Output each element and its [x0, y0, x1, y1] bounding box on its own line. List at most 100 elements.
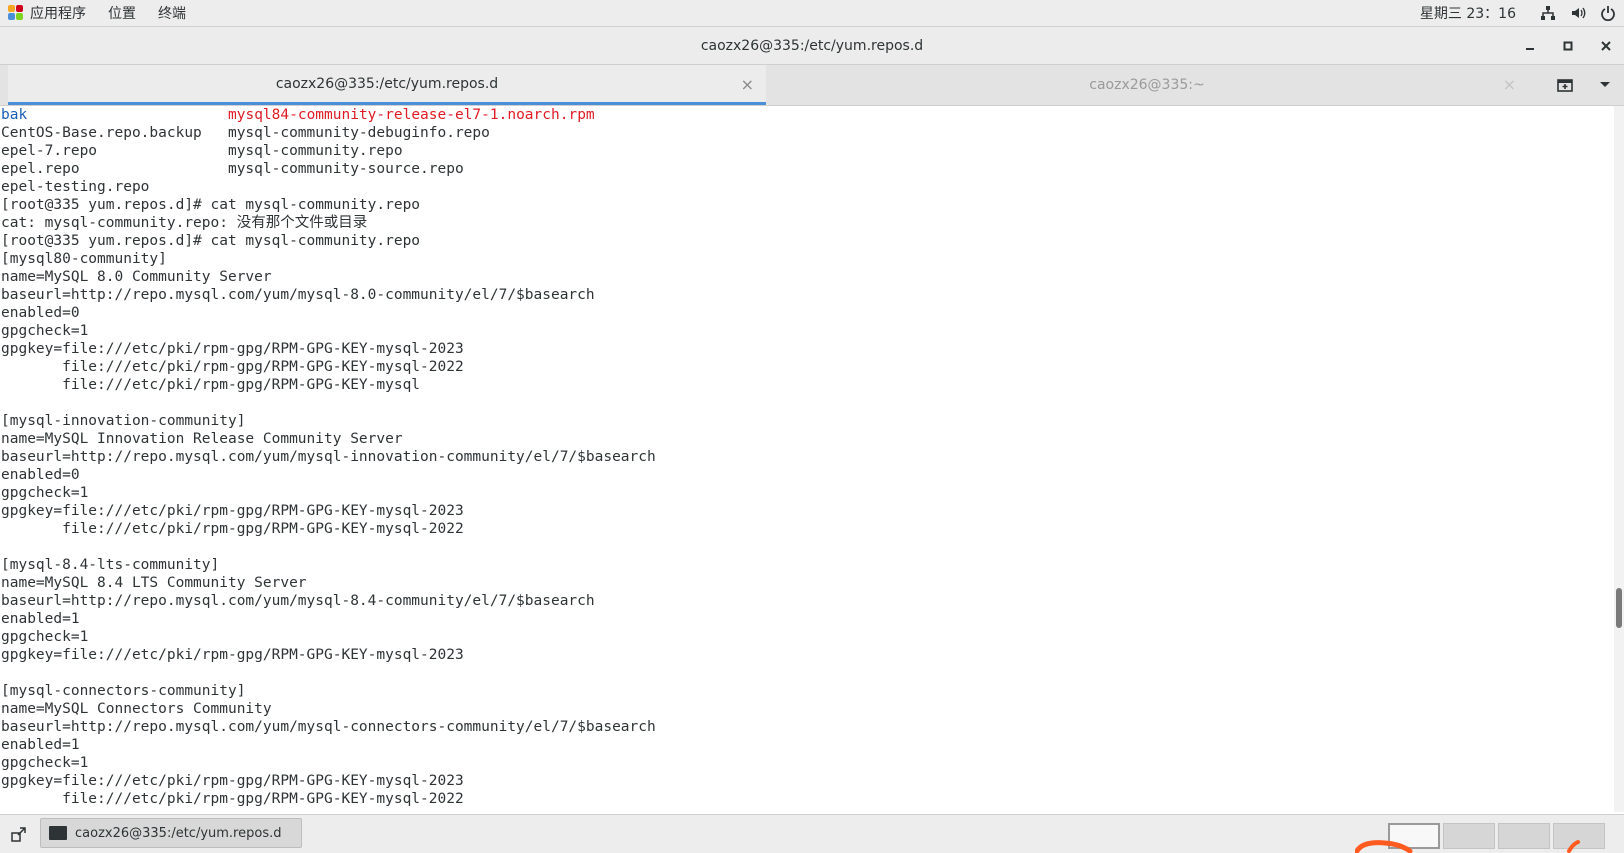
terminal-line: baseurl=http://repo.mysql.com/yum/mysql-… [1, 592, 1614, 610]
terminal-line: [mysql-innovation-community] [1, 412, 1614, 430]
new-tab-icon[interactable] [1548, 65, 1582, 105]
terminal-line: file:///etc/pki/rpm-gpg/RPM-GPG-KEY-mysq… [1, 520, 1614, 538]
tab-label: caozx26@335:/etc/yum.repos.d [275, 75, 499, 92]
terminal-line: epel-7.repo mysql-community.repo [1, 142, 1614, 160]
terminal-line: gpgkey=file:///etc/pki/rpm-gpg/RPM-GPG-K… [1, 646, 1614, 664]
terminal-text: gpgcheck=1 [1, 629, 89, 645]
scrollbar-thumb[interactable] [1616, 588, 1622, 628]
terminal-line: gpgkey=file:///etc/pki/rpm-gpg/RPM-GPG-K… [1, 340, 1614, 358]
terminal-line: gpgkey=file:///etc/pki/rpm-gpg/RPM-GPG-K… [1, 772, 1614, 790]
terminal-line: [mysql80-community] [1, 250, 1614, 268]
terminal-line: [mysql-connectors-community] [1, 682, 1614, 700]
terminal-text: file:///etc/pki/rpm-gpg/RPM-GPG-KEY-mysq… [1, 521, 464, 537]
terminal-text: file:///etc/pki/rpm-gpg/RPM-GPG-KEY-mysq… [1, 377, 421, 393]
tab-bar: caozx26@335:/etc/yum.repos.d × caozx26@3… [0, 65, 1624, 106]
apps-icon[interactable] [8, 5, 24, 21]
terminal-line: file:///etc/pki/rpm-gpg/RPM-GPG-KEY-mysq… [1, 376, 1614, 394]
close-icon[interactable]: × [741, 75, 754, 94]
close-icon[interactable] [1598, 38, 1614, 54]
places-menu[interactable]: 位置 [108, 3, 136, 23]
workspace-3[interactable] [1498, 823, 1550, 849]
terminal-text: baseurl=http://repo.mysql.com/yum/mysql-… [1, 449, 656, 465]
terminal-text: name=MySQL Connectors Community [1, 701, 272, 717]
terminal-line: enabled=1 [1, 736, 1614, 754]
terminal-icon [49, 826, 67, 840]
terminal-line: [root@335 yum.repos.d]# cat mysql-commun… [1, 196, 1614, 214]
tab-label: caozx26@335:~ [1089, 77, 1205, 93]
annotation-stroke [1567, 840, 1580, 853]
network-icon[interactable] [1540, 5, 1556, 21]
terminal-output[interactable]: bak mysql84-community-release-el7-1.noar… [0, 106, 1614, 812]
terminal-line: epel.repo mysql-community-source.repo [1, 160, 1614, 178]
power-icon[interactable] [1600, 5, 1616, 21]
close-icon[interactable]: × [1503, 75, 1516, 94]
terminal-text: enabled=1 [1, 737, 80, 753]
terminal-line: gpgcheck=1 [1, 484, 1614, 502]
annotation-stroke [1355, 840, 1413, 853]
terminal-text: [mysql-connectors-community] [1, 683, 246, 699]
terminal-line: cat: mysql-community.repo: 没有那个文件或目录 [1, 214, 1614, 232]
terminal-text: CentOS-Base.repo.backup mysql-community-… [1, 125, 490, 141]
terminal-text: [root@335 yum.repos.d]# cat mysql-commun… [1, 197, 421, 213]
terminal-menu[interactable]: 终端 [158, 3, 186, 23]
terminal-text: gpgcheck=1 [1, 485, 89, 501]
terminal-text: gpgcheck=1 [1, 755, 89, 771]
taskbar-window-terminal[interactable]: caozx26@335:/etc/yum.repos.d [40, 818, 302, 848]
terminal-scrollbar[interactable] [1614, 106, 1624, 812]
terminal-text: baseurl=http://repo.mysql.com/yum/mysql-… [1, 287, 595, 303]
terminal-text: bak [1, 107, 28, 123]
terminal-lines: bak mysql84-community-release-el7-1.noar… [0, 106, 1614, 808]
tab-yum-repos[interactable]: caozx26@335:/etc/yum.repos.d × [8, 65, 766, 105]
terminal-line: name=MySQL Innovation Release Community … [1, 430, 1614, 448]
terminal-line: baseurl=http://repo.mysql.com/yum/mysql-… [1, 448, 1614, 466]
terminal-text: enabled=1 [1, 611, 80, 627]
minimize-icon[interactable] [1522, 38, 1538, 54]
maximize-icon[interactable] [1560, 38, 1576, 54]
terminal-text: cat: mysql-community.repo: 没有那个文件或目录 [1, 215, 368, 231]
terminal-text: gpgkey=file:///etc/pki/rpm-gpg/RPM-GPG-K… [1, 647, 464, 663]
terminal-text: [mysql-8.4-lts-community] [1, 557, 220, 573]
clock[interactable]: 星期三 23：16 [1420, 3, 1516, 23]
terminal-line: file:///etc/pki/rpm-gpg/RPM-GPG-KEY-mysq… [1, 358, 1614, 376]
window-title: caozx26@335:/etc/yum.repos.d [700, 37, 924, 54]
volume-icon[interactable] [1570, 5, 1586, 21]
taskbar-window-label: caozx26@335:/etc/yum.repos.d [75, 825, 282, 841]
terminal-text: [mysql80-community] [1, 251, 167, 267]
terminal-text: epel-testing.repo [1, 179, 150, 195]
terminal-text: baseurl=http://repo.mysql.com/yum/mysql-… [1, 593, 595, 609]
applications-menu[interactable]: 应用程序 [30, 3, 86, 23]
terminal-text: gpgkey=file:///etc/pki/rpm-gpg/RPM-GPG-K… [1, 503, 464, 519]
terminal-line: baseurl=http://repo.mysql.com/yum/mysql-… [1, 286, 1614, 304]
terminal-text: [mysql-innovation-community] [1, 413, 246, 429]
taskbar: caozx26@335:/etc/yum.repos.d [0, 814, 1624, 853]
terminal-text: name=MySQL 8.0 Community Server [1, 269, 272, 285]
terminal-line: enabled=0 [1, 466, 1614, 484]
terminal-line: file:///etc/pki/rpm-gpg/RPM-GPG-KEY-mysq… [1, 790, 1614, 808]
terminal-text: name=MySQL 8.4 LTS Community Server [1, 575, 307, 591]
terminal-text: enabled=0 [1, 467, 80, 483]
top-panel: 应用程序 位置 终端 星期三 23：16 [0, 0, 1624, 27]
terminal-line: gpgkey=file:///etc/pki/rpm-gpg/RPM-GPG-K… [1, 502, 1614, 520]
terminal-line: baseurl=http://repo.mysql.com/yum/mysql-… [1, 718, 1614, 736]
terminal-text: epel.repo mysql-community-source.repo [1, 161, 464, 177]
terminal-text: [root@335 yum.repos.d]# cat mysql-commun… [1, 233, 421, 249]
terminal-line: name=MySQL Connectors Community [1, 700, 1614, 718]
chevron-down-icon[interactable] [1590, 65, 1620, 105]
terminal-text: gpgcheck=1 [1, 323, 89, 339]
terminal-text: enabled=0 [1, 305, 80, 321]
window-titlebar[interactable]: caozx26@335:/etc/yum.repos.d [0, 27, 1624, 65]
tab-home[interactable]: caozx26@335:~ × [766, 65, 1528, 105]
terminal-text: gpgkey=file:///etc/pki/rpm-gpg/RPM-GPG-K… [1, 773, 464, 789]
terminal-text: mysql84-community-release-el7-1.noarch.r… [228, 107, 595, 123]
terminal-line: name=MySQL 8.0 Community Server [1, 268, 1614, 286]
terminal-line: CentOS-Base.repo.backup mysql-community-… [1, 124, 1614, 142]
terminal-line: gpgcheck=1 [1, 628, 1614, 646]
workspace-2[interactable] [1443, 823, 1495, 849]
terminal-text: epel-7.repo mysql-community.repo [1, 143, 403, 159]
show-desktop-icon[interactable] [8, 823, 30, 845]
terminal-text: baseurl=http://repo.mysql.com/yum/mysql-… [1, 719, 656, 735]
terminal-text: file:///etc/pki/rpm-gpg/RPM-GPG-KEY-mysq… [1, 359, 464, 375]
